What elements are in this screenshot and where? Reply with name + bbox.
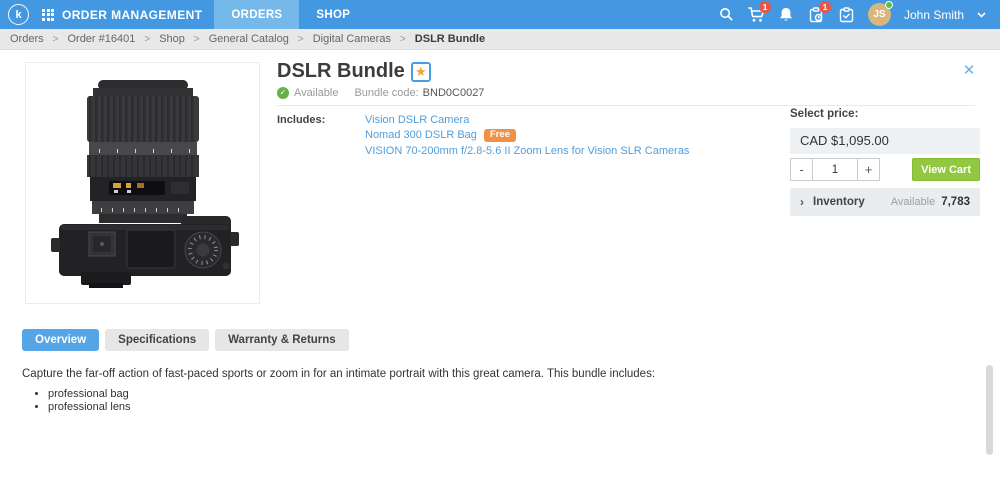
breadcrumb-separator: > xyxy=(193,33,200,45)
breadcrumb-order-number[interactable]: Order #16401 xyxy=(67,33,135,45)
list-item: professional lens xyxy=(48,401,131,414)
dslr-camera-illustration xyxy=(50,80,239,288)
avatar-initials: JS xyxy=(873,9,886,20)
breadcrumb-shop[interactable]: Shop xyxy=(159,33,185,45)
app-grid-icon[interactable] xyxy=(42,8,54,21)
view-cart-button[interactable]: View Cart xyxy=(912,158,980,181)
availability-row: ✓ Available Bundle code: BND0C0027 xyxy=(277,87,484,99)
quantity-input[interactable] xyxy=(813,158,857,181)
breadcrumb-orders[interactable]: Orders xyxy=(10,33,44,45)
quantity-increase-button[interactable]: + xyxy=(857,158,880,181)
bundle-code-label: Bundle code: xyxy=(354,87,419,99)
tab-specifications[interactable]: Specifications xyxy=(105,329,210,351)
inventory-availability: Available 7,783 xyxy=(891,196,970,208)
search-icon[interactable] xyxy=(718,6,735,23)
top-navbar: k ORDER MANAGEMENT ORDERS SHOP 1 1 JS Jo… xyxy=(0,0,1000,29)
returns-badge: 1 xyxy=(818,1,831,13)
list-item: VISION 70-200mm f/2.8-5.6 II Zoom Lens f… xyxy=(365,145,689,157)
scrollbar-thumb[interactable] xyxy=(986,365,993,455)
quantity-decrease-button[interactable]: - xyxy=(790,158,813,181)
close-icon[interactable]: ✕ xyxy=(960,62,978,80)
breadcrumb-separator: > xyxy=(144,33,151,45)
tab-warranty-returns[interactable]: Warranty & Returns xyxy=(215,329,349,351)
breadcrumb-dslr-bundle: DSLR Bundle xyxy=(414,33,486,45)
includes-links: Vision DSLR Camera Nomad 300 DSLR Bag Fr… xyxy=(365,114,689,157)
breadcrumb-separator: > xyxy=(399,33,406,45)
breadcrumb-digital-cameras[interactable]: Digital Cameras xyxy=(313,33,391,45)
cart-icon[interactable]: 1 xyxy=(748,1,771,23)
availability-status: Available xyxy=(294,87,339,99)
breadcrumb-general-catalog[interactable]: General Catalog xyxy=(209,33,289,45)
navbar-right: 1 1 JS John Smith xyxy=(718,0,1000,29)
favorite-star-button[interactable]: ★ xyxy=(410,61,431,82)
tasks-clipboard-icon[interactable] xyxy=(838,6,855,23)
included-item-lens-link[interactable]: VISION 70-200mm f/2.8-5.6 II Zoom Lens f… xyxy=(365,145,689,157)
product-image xyxy=(25,62,260,304)
available-check-icon: ✓ xyxy=(277,87,289,99)
user-avatar[interactable]: JS xyxy=(867,1,893,26)
tab-overview[interactable]: Overview xyxy=(22,329,100,351)
page-title: DSLR Bundle xyxy=(277,60,405,82)
available-count: 7,783 xyxy=(941,196,970,208)
navbar-tabs: ORDERS SHOP xyxy=(214,0,367,29)
online-status-dot xyxy=(884,1,893,9)
bell-icon[interactable] xyxy=(778,6,795,23)
nav-tab-shop[interactable]: SHOP xyxy=(299,0,367,29)
breadcrumb-separator: > xyxy=(52,33,59,45)
price-option[interactable]: CAD $1,095.00 xyxy=(790,128,980,154)
chevron-down-icon[interactable] xyxy=(973,6,990,23)
navbar-left: k ORDER MANAGEMENT ORDERS SHOP xyxy=(0,0,367,29)
chevron-right-icon: › xyxy=(800,195,804,209)
product-detail-panel: ✕ DSLR Bundle ★ ✓ Available Bundle code:… xyxy=(0,50,1000,482)
description-bullet-list: professional bag professional lens xyxy=(48,388,131,414)
list-item: Nomad 300 DSLR Bag Free xyxy=(365,129,689,142)
select-price-label: Select price: xyxy=(790,108,859,120)
includes-label: Includes: xyxy=(277,114,326,126)
quantity-row: - + View Cart xyxy=(790,158,980,181)
kibo-logo[interactable]: k xyxy=(8,4,29,25)
list-item: Vision DSLR Camera xyxy=(365,114,689,126)
returns-clipboard-icon[interactable]: 1 xyxy=(808,1,831,23)
inventory-label: Inventory xyxy=(813,196,865,208)
available-label: Available xyxy=(890,196,936,208)
purchase-panel: Select price: CAD $1,095.00 - + View Car… xyxy=(790,108,980,216)
includes-section: Includes: Vision DSLR Camera Nomad 300 D… xyxy=(277,114,689,157)
included-item-camera-link[interactable]: Vision DSLR Camera xyxy=(365,114,469,126)
title-divider xyxy=(277,105,975,106)
list-item: professional bag xyxy=(48,388,131,401)
bundle-code-value: BND0C0027 xyxy=(422,87,485,99)
app-title: ORDER MANAGEMENT xyxy=(62,7,203,22)
breadcrumb-separator: > xyxy=(297,33,304,45)
inventory-accordion[interactable]: › Inventory Available 7,783 xyxy=(790,188,980,216)
breadcrumb: Orders > Order #16401 > Shop > General C… xyxy=(0,29,1000,50)
free-badge: Free xyxy=(483,129,516,142)
title-row: DSLR Bundle ★ xyxy=(277,60,431,83)
content-tabs: Overview Specifications Warranty & Retur… xyxy=(22,329,349,351)
included-item-bag-link[interactable]: Nomad 300 DSLR Bag xyxy=(365,129,477,141)
product-description: Capture the far-off action of fast-paced… xyxy=(22,368,656,380)
user-name[interactable]: John Smith xyxy=(904,8,964,22)
nav-tab-orders[interactable]: ORDERS xyxy=(214,0,300,29)
cart-badge: 1 xyxy=(758,1,771,13)
